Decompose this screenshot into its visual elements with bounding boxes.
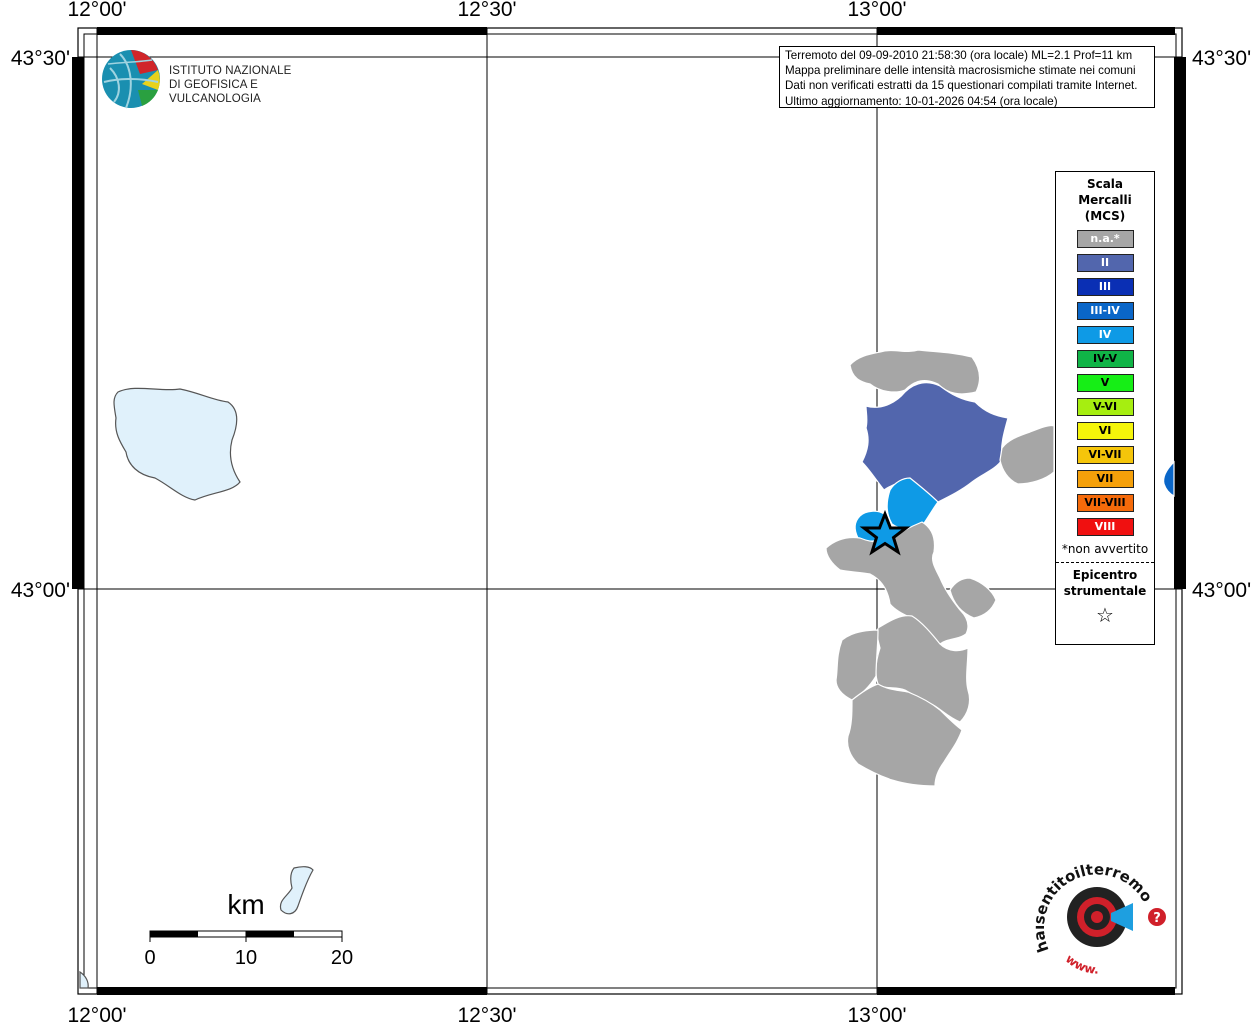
info-line-2: Mappa preliminare delle intensità macros… — [785, 64, 1136, 78]
legend-swatch: III-IV — [1076, 302, 1134, 320]
scale-tick-20: 20 — [331, 947, 353, 969]
legend-epicenter-label: Epicentro strumentale — [1063, 568, 1147, 598]
ingv-line2: DI GEOFISICA E VULCANOLOGIA — [169, 79, 261, 105]
lat-label-left-2: 43°00' — [11, 579, 70, 602]
lon-label-bottom-1: 12°00' — [67, 1004, 126, 1024]
lon-label-top-1: 12°00' — [67, 0, 126, 21]
legend-swatch: IV-V — [1076, 350, 1134, 368]
hsit-logo: haisentitoilterremoto.it www. ? — [1035, 855, 1166, 977]
info-line-1: Terremoto del 09-09-2010 21:58:30 (ora l… — [785, 49, 1133, 62]
lon-label-bottom-2: 12°30' — [457, 1004, 516, 1024]
legend-swatch: VIII — [1076, 518, 1134, 536]
info-line-3: Dati non verificati estratti da 15 quest… — [785, 79, 1138, 93]
legend: Scala Mercalli (MCS) n.a.* II III III-IV IV I… — [1055, 171, 1155, 645]
legend-swatch: V-VI — [1076, 398, 1134, 416]
lon-label-top-2: 12°30' — [457, 0, 516, 21]
scale-tick-10: 10 — [235, 947, 257, 969]
legend-swatch: III — [1076, 278, 1134, 296]
legend-swatch: V — [1076, 374, 1134, 392]
globe-icon — [102, 50, 160, 109]
info-line-4: Ultimo aggiornamento: 10-01-2026 04:54 (… — [785, 94, 1058, 108]
lat-label-right-2: 43°00' — [1192, 579, 1251, 602]
scale-unit: km — [227, 889, 264, 920]
hsit-www: www. — [1063, 952, 1099, 977]
question-icon: ? — [1153, 911, 1161, 926]
ingv-line1: ISTITUTO NAZIONALE — [169, 65, 292, 77]
lat-label-left-1: 43°30' — [11, 47, 70, 70]
map-frame — [77, 27, 1183, 995]
legend-swatch: II — [1076, 254, 1134, 272]
lon-label-bottom-3: 13°00' — [847, 1004, 906, 1024]
event-info-box: Terremoto del 09-09-2010 21:58:30 (ora l… — [779, 46, 1155, 108]
legend-swatch: VII-VIII — [1076, 494, 1134, 512]
ingv-logo: ISTITUTO NAZIONALE DI GEOFISICA E VULCAN… — [100, 48, 340, 110]
scale-bar: km 0 10 20 — [144, 889, 353, 969]
star-icon: ☆ — [1096, 603, 1114, 627]
scale-tick-0: 0 — [144, 947, 155, 969]
legend-swatch: VI — [1076, 422, 1134, 440]
legend-swatch: VI-VII — [1076, 446, 1134, 464]
legend-separator — [1056, 562, 1154, 563]
lon-label-top-3: 13°00' — [847, 0, 906, 21]
lat-label-right-1: 43°30' — [1192, 47, 1251, 70]
legend-title: Scala Mercalli (MCS) — [1078, 177, 1132, 223]
legend-note: *non avvertito — [1061, 542, 1149, 556]
legend-swatch: IV — [1076, 326, 1134, 344]
legend-classes: n.a.* II III III-IV IV IV-V V V-VI VI VI-VII VII VI… — [1056, 230, 1154, 536]
svg-text:www.: www. — [1063, 952, 1099, 977]
legend-swatch: n.a.* — [1076, 230, 1134, 248]
legend-swatch: VII — [1076, 470, 1134, 488]
